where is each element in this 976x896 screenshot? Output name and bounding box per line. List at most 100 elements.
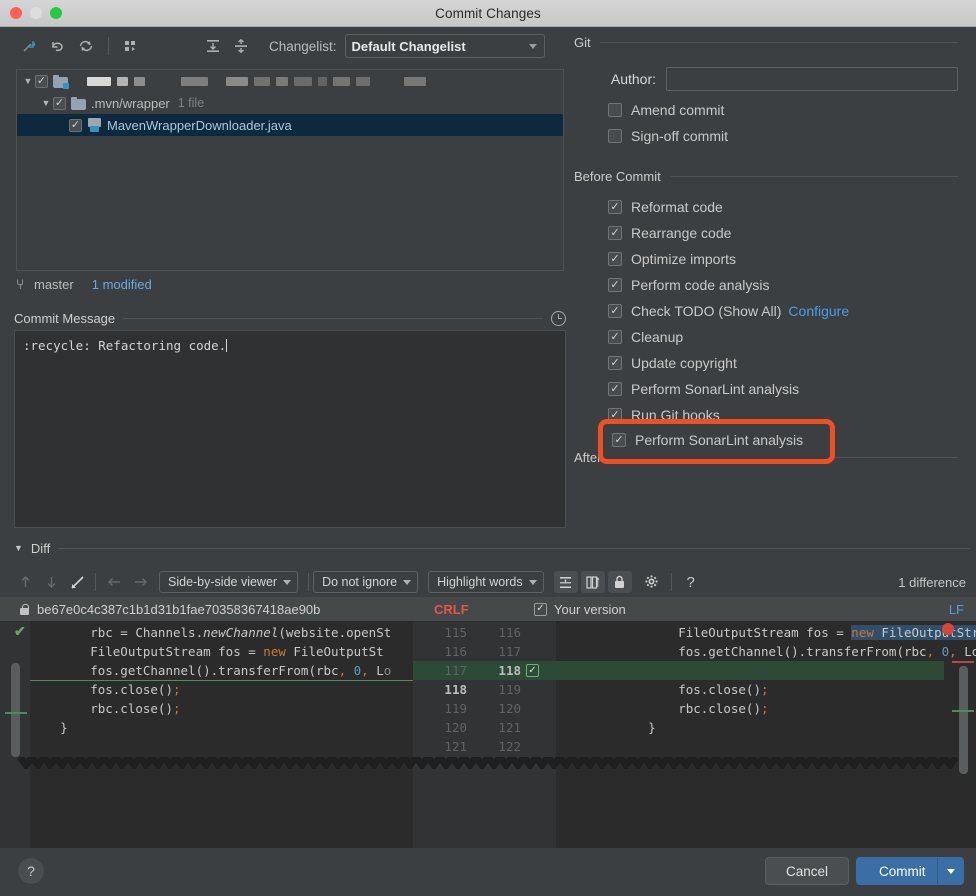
checkbox-optimize-imports[interactable]: Optimize imports	[574, 246, 976, 272]
checkbox-box[interactable]	[608, 304, 622, 318]
line-number-left: 116	[444, 644, 467, 659]
branch-status-bar: ⑂ master 1 modified	[16, 273, 152, 295]
question-mark-icon[interactable]: ?	[678, 570, 704, 594]
text-caret	[226, 339, 228, 352]
before-commit-section-label: Before Commit	[574, 169, 661, 184]
checkbox-box[interactable]	[608, 330, 622, 344]
checkbox-box[interactable]	[612, 433, 626, 447]
diff-code-right[interactable]: FileOutputStream fos = new FileOutputStr…	[618, 623, 976, 756]
configure-todo-link[interactable]: Configure	[788, 303, 849, 319]
code-line: fos.close();	[30, 682, 181, 697]
history-clock-icon[interactable]	[551, 310, 566, 326]
checkbox-box[interactable]	[608, 408, 622, 422]
diff-pane-left[interactable]: ✔ rbc = Channels.newChannel(website.open…	[0, 621, 413, 875]
accept-change-checkbox[interactable]: ✓	[526, 664, 539, 677]
diff-code-left[interactable]: rbc = Channels.newChannel(website.openSt…	[30, 623, 413, 756]
changes-tree[interactable]: ▼ ▼	[16, 69, 564, 271]
checkbox-box[interactable]	[608, 129, 622, 143]
tree-expander-icon[interactable]: ▼	[39, 98, 53, 108]
lock-icon[interactable]	[607, 571, 632, 593]
code-line: }	[618, 720, 656, 735]
help-button[interactable]: ?	[18, 858, 44, 884]
diff-pane-right[interactable]: FileOutputStream fos = new FileOutputStr…	[556, 621, 976, 875]
checkbox-box[interactable]	[608, 103, 622, 117]
check-icon: ✔	[14, 623, 26, 639]
changelist-dropdown[interactable]: Default Changelist	[344, 34, 545, 58]
author-field[interactable]	[666, 67, 958, 91]
row-checkbox[interactable]	[53, 96, 66, 110]
refresh-icon[interactable]	[72, 33, 100, 59]
changes-panel: Changelist: Default Changelist ▼ ✓ ▼ ✓ .…	[0, 27, 572, 299]
collapse-all-icon[interactable]	[227, 33, 255, 59]
diff-gutter-left: ✔	[0, 621, 30, 875]
sync-scroll-icon[interactable]	[580, 571, 605, 593]
scrollbar-thumb[interactable]	[11, 663, 20, 757]
table-row[interactable]: ▼ .mvn/wrapper 1 file	[17, 92, 563, 114]
git-section-label: Git	[574, 35, 591, 50]
error-marker-icon[interactable]	[942, 623, 954, 635]
checkbox-sign-off-commit[interactable]: Sign-off commit	[574, 123, 976, 149]
checkbox-box[interactable]	[608, 200, 622, 214]
arrow-left-icon[interactable]	[101, 570, 127, 594]
checkbox-check-todo[interactable]: Check TODO (Show All) Configure	[574, 298, 976, 324]
checkbox-update-copyright[interactable]: Update copyright	[574, 350, 976, 376]
checkbox-box[interactable]	[608, 252, 622, 266]
row-checkbox[interactable]	[69, 118, 82, 132]
commit-message-input[interactable]: :recycle: Refactoring code.	[14, 330, 566, 528]
checkbox-perform-code-analysis[interactable]: Perform code analysis	[574, 272, 976, 298]
row-checkbox[interactable]	[35, 74, 48, 88]
your-version-label: Your version	[534, 602, 626, 617]
expand-all-icon[interactable]	[199, 33, 227, 59]
toolbar-divider	[670, 573, 672, 591]
checkbox-reformat-code[interactable]: Reformat code	[574, 194, 976, 220]
gear-icon[interactable]	[639, 570, 665, 594]
arrow-down-icon[interactable]	[38, 570, 64, 594]
your-version-checkbox[interactable]	[534, 602, 547, 616]
highlighted-sonarlint-row[interactable]: Perform SonarLint analysis	[612, 432, 803, 448]
checkbox-label: Amend commit	[631, 102, 725, 118]
line-separator-left[interactable]: CRLF	[434, 602, 469, 617]
checkbox-box[interactable]	[608, 226, 622, 240]
redacted-text	[276, 76, 288, 86]
checkbox-label: Perform SonarLint analysis	[631, 381, 800, 397]
checkbox-box[interactable]	[608, 356, 622, 370]
checkbox-box[interactable]	[608, 278, 622, 292]
redacted-text	[254, 76, 270, 86]
changelist-label: Changelist:	[269, 38, 337, 54]
line-number-right: 119	[498, 682, 521, 697]
tree-expander-icon[interactable]: ▼	[21, 76, 35, 86]
checkbox-cleanup[interactable]: Cleanup	[574, 324, 976, 350]
table-row[interactable]: ▼	[17, 70, 563, 92]
line-number-left: 120	[444, 720, 467, 735]
cancel-button[interactable]: Cancel	[765, 857, 849, 885]
code-line: rbc.close();	[30, 701, 181, 716]
table-row[interactable]: MavenWrapperDownloader.java	[17, 114, 563, 136]
collapse-selection-icon[interactable]	[16, 33, 44, 59]
checkbox-box[interactable]	[608, 382, 622, 396]
title-bar: Commit Changes	[0, 0, 976, 27]
checkbox-amend-commit[interactable]: Amend commit	[574, 97, 976, 123]
viewer-mode-dropdown[interactable]: Side-by-side viewer	[159, 571, 299, 593]
highlight-mode-dropdown[interactable]: Highlight words	[428, 571, 544, 593]
revert-icon[interactable]	[44, 33, 72, 59]
modified-count-link[interactable]: 1 modified	[92, 277, 152, 292]
line-number-left: 115	[444, 625, 467, 640]
folder-icon	[71, 96, 86, 110]
line-separator-right[interactable]: LF	[949, 602, 964, 617]
code-line: fos.close();	[618, 682, 769, 697]
arrow-up-icon[interactable]	[12, 570, 38, 594]
commit-message-label: Commit Message	[14, 310, 116, 326]
commit-button[interactable]: Commit	[856, 857, 964, 885]
author-row: Author:	[574, 67, 976, 91]
group-by-icon[interactable]	[117, 33, 145, 59]
checkbox-perform-sonarlint-analysis[interactable]: Perform SonarLint analysis	[574, 376, 976, 402]
pencil-icon[interactable]	[64, 570, 90, 594]
arrow-right-icon[interactable]	[127, 570, 153, 594]
diff-collapse-toggle[interactable]: ▼	[14, 543, 23, 553]
ignore-mode-dropdown[interactable]: Do not ignore	[313, 571, 419, 593]
checkbox-rearrange-code[interactable]: Rearrange code	[574, 220, 976, 246]
diff-viewer[interactable]: ✔ rbc = Channels.newChannel(website.open…	[0, 621, 976, 875]
collapse-unchanged-icon[interactable]	[553, 571, 578, 593]
commit-dropdown-button[interactable]	[937, 858, 963, 884]
